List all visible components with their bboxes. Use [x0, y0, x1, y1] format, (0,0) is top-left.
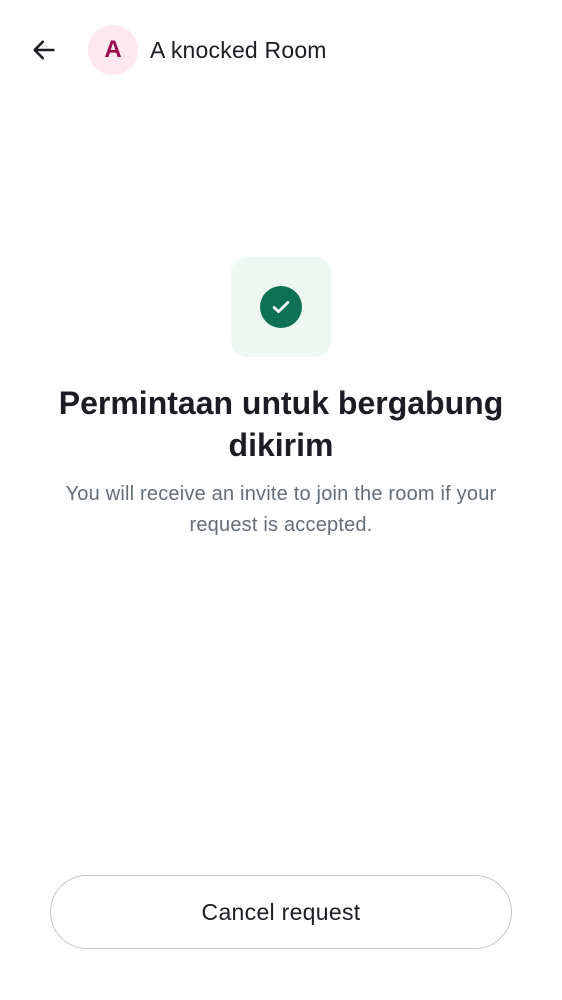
room-title: A knocked Room	[150, 37, 327, 63]
arrow-left-icon	[33, 40, 55, 60]
back-button[interactable]	[20, 26, 68, 74]
avatar: A	[88, 25, 138, 75]
cancel-request-label: Cancel request	[201, 898, 361, 925]
status-description: You will receive an invite to join the r…	[65, 483, 497, 536]
checkmark-icon	[272, 301, 290, 314]
check-circle-icon	[260, 286, 302, 328]
top-app-bar: A A knocked Room	[0, 0, 562, 100]
status-title: Permintaan untuk bergabung dikirim	[58, 385, 504, 463]
cancel-request-button[interactable]: Cancel request	[50, 875, 512, 949]
success-icon-container	[231, 257, 331, 357]
avatar-letter: A	[104, 36, 122, 63]
